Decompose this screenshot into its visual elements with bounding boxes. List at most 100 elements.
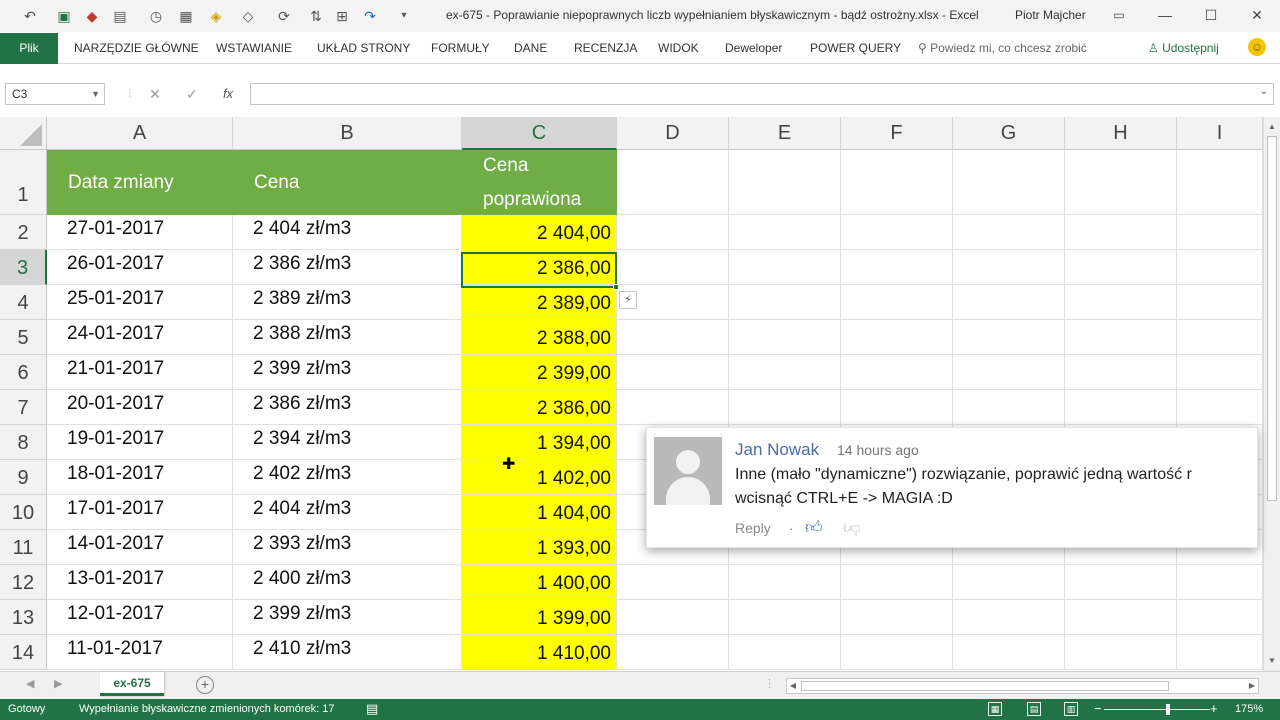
tab-power-query[interactable]: POWER QUERY	[810, 41, 901, 55]
header-cell-price[interactable]: Cena	[233, 150, 462, 215]
comment-author[interactable]: Jan Nowak	[735, 440, 819, 460]
cell-e3[interactable]	[729, 250, 841, 285]
select-all-corner[interactable]	[0, 117, 47, 150]
share-button[interactable]: ♙ Udostępnij	[1148, 41, 1219, 55]
row-header-1[interactable]: 1	[0, 150, 47, 215]
cell-d13[interactable]	[617, 600, 729, 635]
zoom-out-button[interactable]: −	[1094, 701, 1102, 716]
column-header-c[interactable]: C	[462, 117, 617, 150]
cell-a2[interactable]: 27-01-2017	[47, 215, 233, 250]
cell-c6[interactable]: 2 399,00	[462, 355, 617, 390]
prev-sheet-icon[interactable]: ◀	[26, 677, 34, 690]
cell-c5[interactable]: 2 388,00	[462, 320, 617, 355]
cell-i5[interactable]	[1177, 320, 1263, 355]
cell-i7[interactable]	[1177, 390, 1263, 425]
cell-f6[interactable]	[841, 355, 953, 390]
flash-fill-status-icon[interactable]: ▤	[366, 701, 378, 717]
minimize-icon[interactable]: —	[1152, 4, 1178, 26]
scroll-down-icon[interactable]: ▼	[1264, 653, 1280, 669]
scroll-left-icon[interactable]: ◀	[787, 679, 799, 693]
close-icon[interactable]: ✕	[1244, 4, 1270, 26]
row-header-9[interactable]: 9	[0, 460, 47, 495]
cell-g13[interactable]	[953, 600, 1065, 635]
comment-time[interactable]: 14 hours ago	[837, 442, 919, 458]
calculator-icon[interactable]: ▦	[176, 6, 196, 26]
horizontal-scroll-thumb[interactable]	[801, 681, 1169, 691]
cell-h12[interactable]	[1065, 565, 1177, 600]
cell-i6[interactable]	[1177, 355, 1263, 390]
cell-f3[interactable]	[841, 250, 953, 285]
name-box[interactable]: C3 ▼	[5, 83, 105, 105]
reply-button[interactable]: Reply	[735, 520, 771, 536]
cell-b13[interactable]: 2 399 zł/m3	[233, 600, 462, 635]
tab-page-layout[interactable]: UKŁAD STRONY	[317, 41, 410, 55]
page-layout-view-icon[interactable]: ▤	[1027, 702, 1041, 716]
cell-b5[interactable]: 2 388 zł/m3	[233, 320, 462, 355]
cell-g1[interactable]	[953, 150, 1065, 215]
cell-a10[interactable]: 17-01-2017	[47, 495, 233, 530]
sheet-tab-ex-675[interactable]: ex-675	[100, 672, 164, 696]
cell-d2[interactable]	[617, 215, 729, 250]
cell-i12[interactable]	[1177, 565, 1263, 600]
cell-b11[interactable]: 2 393 zł/m3	[233, 530, 462, 565]
cell-i4[interactable]	[1177, 285, 1263, 320]
cell-c14[interactable]: 1 410,00	[462, 635, 617, 670]
cell-h5[interactable]	[1065, 320, 1177, 355]
cell-b14[interactable]: 2 410 zł/m3	[233, 635, 462, 670]
row-header-7[interactable]: 7	[0, 390, 47, 425]
fill-color-icon[interactable]: ◈	[206, 6, 226, 26]
cell-h14[interactable]	[1065, 635, 1177, 670]
cell-b8[interactable]: 2 394 zł/m3	[233, 425, 462, 460]
cell-g7[interactable]	[953, 390, 1065, 425]
row-header-12[interactable]: 12	[0, 565, 47, 600]
cell-h3[interactable]	[1065, 250, 1177, 285]
column-header-a[interactable]: A	[47, 117, 233, 150]
undo-icon[interactable]: ↶	[20, 6, 40, 26]
eraser-icon[interactable]: ◆	[82, 6, 102, 26]
row-header-8[interactable]: 8	[0, 425, 47, 460]
cell-i14[interactable]	[1177, 635, 1263, 670]
maximize-icon[interactable]: ☐	[1198, 4, 1224, 26]
cell-a9[interactable]: 18-01-2017	[47, 460, 233, 495]
zoom-slider-knob[interactable]	[1166, 704, 1170, 715]
column-header-g[interactable]: G	[953, 117, 1065, 150]
user-name[interactable]: Piotr Majcher	[1015, 8, 1086, 22]
cell-h4[interactable]	[1065, 285, 1177, 320]
row-header-2[interactable]: 2	[0, 215, 47, 250]
cell-a3[interactable]: 26-01-2017	[47, 250, 233, 285]
cell-f13[interactable]	[841, 600, 953, 635]
form-icon[interactable]: ▤	[110, 6, 130, 26]
cell-b12[interactable]: 2 400 zł/m3	[233, 565, 462, 600]
cell-d6[interactable]	[617, 355, 729, 390]
thumbs-down-icon[interactable]: 👍︎	[843, 518, 863, 538]
cell-i2[interactable]	[1177, 215, 1263, 250]
cell-d5[interactable]	[617, 320, 729, 355]
cell-a8[interactable]: 19-01-2017	[47, 425, 233, 460]
row-header-14[interactable]: 14	[0, 635, 47, 670]
cell-h6[interactable]	[1065, 355, 1177, 390]
cell-h7[interactable]	[1065, 390, 1177, 425]
tab-insert[interactable]: WSTAWIANIE	[216, 41, 292, 55]
cell-c8[interactable]: 1 394,00	[462, 425, 617, 460]
expand-formula-icon[interactable]: ⌄	[1260, 86, 1268, 97]
cell-d7[interactable]	[617, 390, 729, 425]
cell-b7[interactable]: 2 386 zł/m3	[233, 390, 462, 425]
cell-c3[interactable]: 2 386,00	[462, 250, 617, 285]
cell-a13[interactable]: 12-01-2017	[47, 600, 233, 635]
column-header-h[interactable]: H	[1065, 117, 1177, 150]
tab-formulas[interactable]: FORMUŁY	[431, 41, 490, 55]
column-header-d[interactable]: D	[617, 117, 729, 150]
row-header-3[interactable]: 3	[0, 250, 47, 285]
tab-data[interactable]: DANE	[514, 41, 547, 55]
enter-icon[interactable]: ✓	[180, 83, 204, 105]
column-header-i[interactable]: I	[1177, 117, 1263, 150]
header-cell-date[interactable]: Data zmiany	[47, 150, 233, 215]
cell-a14[interactable]: 11-01-2017	[47, 635, 233, 670]
cell-a4[interactable]: 25-01-2017	[47, 285, 233, 320]
cell-a11[interactable]: 14-01-2017	[47, 530, 233, 565]
cancel-icon[interactable]: ✕	[143, 83, 167, 105]
cell-c7[interactable]: 2 386,00	[462, 390, 617, 425]
tab-home[interactable]: NARZĘDZIE GŁÓWNE	[74, 41, 199, 55]
column-header-e[interactable]: E	[729, 117, 841, 150]
cell-e1[interactable]	[729, 150, 841, 215]
